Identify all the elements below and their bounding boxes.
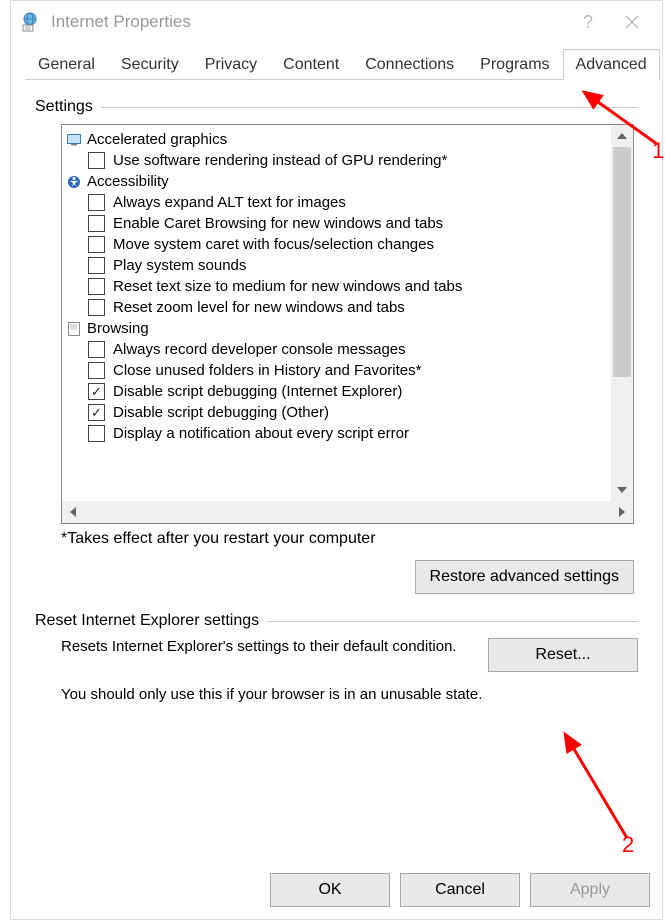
item-label: Move system caret with focus/selection c… — [113, 236, 434, 253]
tree-item[interactable]: Disable script debugging (Other) — [64, 402, 631, 423]
checkbox[interactable] — [88, 341, 105, 358]
monitor-icon — [66, 132, 81, 147]
category-label: Browsing — [87, 320, 149, 337]
annotation-label-1: 1 — [652, 138, 664, 164]
accessibility-icon — [66, 174, 81, 189]
reset-button[interactable]: Reset... — [488, 638, 638, 672]
item-label: Play system sounds — [113, 257, 246, 274]
tab-content[interactable]: Content — [270, 49, 352, 80]
annotation-label-2: 2 — [622, 832, 634, 858]
tab-general[interactable]: General — [25, 49, 108, 80]
checkbox[interactable] — [88, 278, 105, 295]
settings-group-label: Settings — [35, 98, 93, 116]
tab-bar: General Security Privacy Content Connect… — [25, 49, 652, 80]
internet-properties-dialog: Internet Properties ? General Security P… — [10, 0, 663, 920]
tree-item[interactable]: Reset zoom level for new windows and tab… — [64, 297, 631, 318]
cancel-button[interactable]: Cancel — [400, 873, 520, 907]
window-title: Internet Properties — [51, 12, 191, 32]
item-label: Display a notification about every scrip… — [113, 425, 409, 442]
checkbox[interactable] — [88, 257, 105, 274]
close-button[interactable] — [610, 3, 654, 41]
ok-button[interactable]: OK — [270, 873, 390, 907]
tree-item[interactable]: Always record developer console messages — [64, 339, 631, 360]
checkbox[interactable] — [88, 215, 105, 232]
restore-advanced-button[interactable]: Restore advanced settings — [415, 560, 634, 594]
reset-group-label: Reset Internet Explorer settings — [35, 612, 259, 630]
help-button[interactable]: ? — [566, 3, 610, 41]
tab-programs[interactable]: Programs — [467, 49, 562, 80]
tree-item[interactable]: Display a notification about every scrip… — [64, 423, 631, 444]
scroll-up-icon[interactable] — [611, 125, 633, 147]
checkbox[interactable] — [88, 425, 105, 442]
checkbox[interactable] — [88, 152, 105, 169]
tree-item[interactable]: Always expand ALT text for images — [64, 192, 631, 213]
item-label: Always record developer console messages — [113, 341, 406, 358]
tree-item[interactable]: Use software rendering instead of GPU re… — [64, 150, 631, 171]
horizontal-scrollbar[interactable] — [62, 501, 633, 523]
checkbox[interactable] — [88, 194, 105, 211]
tab-privacy[interactable]: Privacy — [192, 49, 270, 80]
item-label: Reset zoom level for new windows and tab… — [113, 299, 405, 316]
scroll-left-icon[interactable] — [62, 501, 84, 523]
category-label: Accelerated graphics — [87, 131, 227, 148]
reset-warning: You should only use this if your browser… — [61, 686, 638, 703]
tree-item[interactable]: Enable Caret Browsing for new windows an… — [64, 213, 631, 234]
settings-tree[interactable]: Accelerated graphics Use software render… — [61, 124, 634, 524]
item-label: Reset text size to medium for new window… — [113, 278, 462, 295]
tree-item[interactable]: Play system sounds — [64, 255, 631, 276]
checkbox[interactable] — [88, 383, 105, 400]
item-label: Use software rendering instead of GPU re… — [113, 152, 447, 169]
apply-button[interactable]: Apply — [530, 873, 650, 907]
restart-note: *Takes effect after you restart your com… — [61, 530, 638, 548]
titlebar: Internet Properties ? — [11, 1, 662, 43]
scroll-thumb[interactable] — [613, 147, 631, 377]
tree-item[interactable]: Close unused folders in History and Favo… — [64, 360, 631, 381]
scroll-right-icon[interactable] — [611, 501, 633, 523]
page-icon — [66, 321, 81, 336]
reset-description: Resets Internet Explorer's settings to t… — [61, 638, 472, 672]
item-label: Always expand ALT text for images — [113, 194, 346, 211]
tab-connections[interactable]: Connections — [352, 49, 467, 80]
item-label: Disable script debugging (Internet Explo… — [113, 383, 402, 400]
item-label: Close unused folders in History and Favo… — [113, 362, 421, 379]
tree-item[interactable]: Move system caret with focus/selection c… — [64, 234, 631, 255]
item-label: Disable script debugging (Other) — [113, 404, 329, 421]
dialog-buttons: OK Cancel Apply — [270, 873, 650, 907]
tree-item[interactable]: Disable script debugging (Internet Explo… — [64, 381, 631, 402]
checkbox[interactable] — [88, 404, 105, 421]
tab-security[interactable]: Security — [108, 49, 192, 80]
internet-options-icon — [19, 11, 41, 33]
tree-category[interactable]: Accessibility — [64, 171, 631, 192]
checkbox[interactable] — [88, 362, 105, 379]
checkbox[interactable] — [88, 299, 105, 316]
tab-advanced[interactable]: Advanced — [563, 49, 660, 80]
category-label: Accessibility — [87, 173, 169, 190]
item-label: Enable Caret Browsing for new windows an… — [113, 215, 443, 232]
divider — [267, 621, 638, 622]
vertical-scrollbar[interactable] — [611, 125, 633, 501]
tree-category[interactable]: Accelerated graphics — [64, 129, 631, 150]
checkbox[interactable] — [88, 236, 105, 253]
divider — [101, 107, 638, 108]
scroll-down-icon[interactable] — [611, 479, 633, 501]
tree-category[interactable]: Browsing — [64, 318, 631, 339]
tree-item[interactable]: Reset text size to medium for new window… — [64, 276, 631, 297]
